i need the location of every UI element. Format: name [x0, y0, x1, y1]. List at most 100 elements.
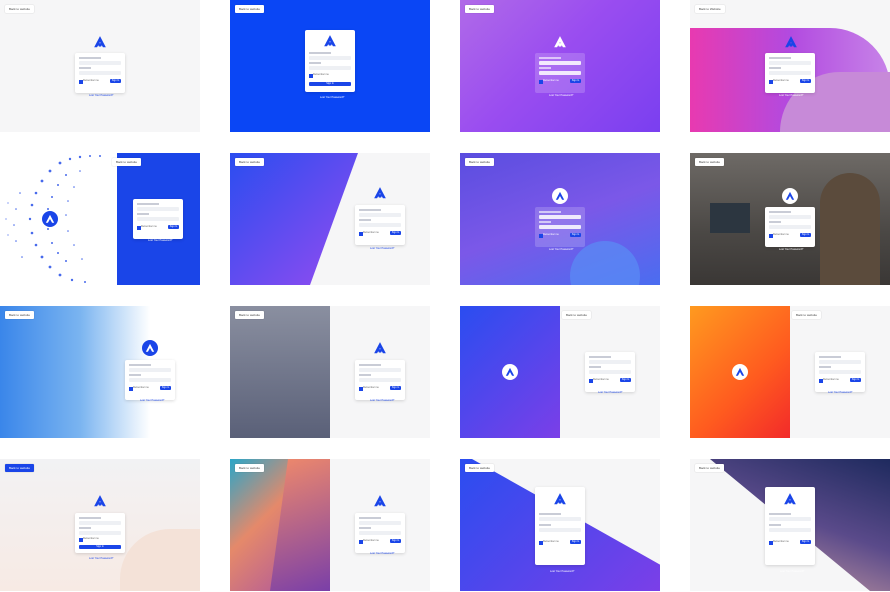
back-to-website-button[interactable]: Back to website: [695, 158, 725, 166]
signin-button[interactable]: Sign In: [160, 386, 171, 390]
username-input[interactable]: [79, 521, 121, 525]
password-input[interactable]: [769, 528, 811, 532]
back-to-website-button[interactable]: Back to website: [5, 311, 35, 319]
forgot-password-link[interactable]: Lost Your Password?: [549, 94, 573, 97]
login-preview-12[interactable]: Back to website Remember me Sign In Lost…: [690, 306, 890, 438]
signin-button[interactable]: Sign In: [800, 233, 811, 237]
forgot-password-link[interactable]: Lost Your Password?: [148, 239, 172, 242]
forgot-password-link[interactable]: Lost Your Password?: [598, 391, 622, 394]
login-preview-7[interactable]: Back to website Remember me Sign In Lost…: [460, 153, 660, 285]
forgot-password-link[interactable]: Lost Your Password?: [828, 391, 852, 394]
username-input[interactable]: [769, 61, 811, 65]
password-input[interactable]: [359, 223, 401, 227]
forgot-password-link[interactable]: Lost Your Password?: [320, 96, 344, 99]
password-input[interactable]: [137, 217, 179, 221]
signin-button[interactable]: Sign In: [800, 79, 811, 83]
signin-button[interactable]: Sign In: [570, 540, 581, 544]
forgot-password-link[interactable]: Lost Your Password?: [140, 399, 164, 402]
forgot-password-link[interactable]: Lost Your Password?: [89, 557, 113, 560]
signin-button[interactable]: Sign In: [390, 386, 401, 390]
password-input[interactable]: [359, 378, 401, 382]
username-input[interactable]: [129, 368, 171, 372]
username-input[interactable]: [309, 56, 351, 60]
back-to-website-button[interactable]: Back to website: [5, 5, 35, 13]
password-input[interactable]: [769, 225, 811, 229]
signin-button[interactable]: Sign In: [110, 79, 121, 83]
login-card: Remember me Sign In: [125, 360, 175, 400]
login-preview-16[interactable]: Back to website Remember me Sign In Lost…: [690, 459, 890, 591]
back-to-website-button[interactable]: Back to website: [112, 158, 142, 166]
login-preview-2[interactable]: Back to website Remember me Sign In Lost…: [230, 0, 430, 132]
login-preview-1[interactable]: Back to website Remember me Sign In Lost…: [0, 0, 200, 132]
signin-button[interactable]: Sign In: [570, 79, 581, 83]
username-input[interactable]: [359, 213, 401, 217]
forgot-password-link[interactable]: Lost Your Password?: [89, 94, 113, 97]
username-input[interactable]: [359, 521, 401, 525]
password-input[interactable]: [79, 531, 121, 535]
back-to-website-button[interactable]: Back to website: [695, 464, 725, 472]
login-preview-3[interactable]: Back to website Remember me Sign In Lost…: [460, 0, 660, 132]
username-input[interactable]: [539, 215, 581, 219]
password-input[interactable]: [589, 370, 631, 374]
forgot-password-link[interactable]: Lost Your Password?: [370, 399, 394, 402]
signin-button[interactable]: Sign In: [620, 378, 631, 382]
back-to-website-button[interactable]: Back to website: [792, 311, 822, 319]
back-to-website-button[interactable]: Back to website: [465, 5, 495, 13]
back-to-website-button[interactable]: Back to website: [465, 464, 495, 472]
back-to-website-button[interactable]: Back to website: [235, 5, 265, 13]
password-input[interactable]: [539, 71, 581, 75]
forgot-password-link[interactable]: Lost Your Password?: [370, 247, 394, 250]
login-preview-8[interactable]: Back to website Remember me Sign In Lost…: [690, 153, 890, 285]
back-to-website-button[interactable]: Back to website: [562, 311, 592, 319]
login-preview-6[interactable]: Back to website Remember me Sign In Lost…: [230, 153, 430, 285]
username-input[interactable]: [589, 360, 631, 364]
forgot-password-link[interactable]: Lost Your Password?: [779, 248, 803, 251]
username-input[interactable]: [539, 61, 581, 65]
signin-button[interactable]: Sign In: [390, 539, 401, 543]
forgot-password-link[interactable]: Lost Your Password?: [780, 570, 804, 573]
back-to-website-button[interactable]: Back to website: [235, 311, 265, 319]
login-preview-4[interactable]: Back to Website Remember me Sign In Lost…: [690, 0, 890, 132]
signin-button[interactable]: Sign In: [850, 378, 861, 382]
password-input[interactable]: [539, 225, 581, 229]
forgot-password-link[interactable]: Lost Your Password?: [370, 552, 394, 555]
person-photo: [820, 173, 880, 285]
login-preview-10[interactable]: Back to website Remember me Sign In Lost…: [230, 306, 430, 438]
login-preview-11[interactable]: Back to website Remember me Sign In Lost…: [460, 306, 660, 438]
username-input[interactable]: [769, 215, 811, 219]
back-to-website-button[interactable]: Back to website: [5, 464, 35, 472]
back-to-website-button[interactable]: Back to website: [465, 158, 495, 166]
signin-button[interactable]: Sign In: [309, 82, 351, 86]
login-preview-5[interactable]: Back to website Remember me Sign In Lost…: [0, 153, 200, 285]
password-input[interactable]: [819, 370, 861, 374]
login-preview-14[interactable]: Back to website Remember me Sign In Lost…: [230, 459, 430, 591]
signin-button[interactable]: Sign In: [168, 225, 179, 229]
forgot-password-link[interactable]: Lost Your Password?: [550, 570, 574, 573]
back-to-website-button[interactable]: Back to website: [235, 464, 265, 472]
password-input[interactable]: [129, 378, 171, 382]
username-input[interactable]: [819, 360, 861, 364]
password-input[interactable]: [359, 531, 401, 535]
forgot-password-link[interactable]: Lost Your Password?: [549, 248, 573, 251]
brand-logo-icon: [373, 494, 387, 508]
username-input[interactable]: [359, 368, 401, 372]
username-input[interactable]: [539, 517, 581, 521]
username-input[interactable]: [79, 61, 121, 65]
password-input[interactable]: [79, 71, 121, 75]
forgot-password-link[interactable]: Lost Your Password?: [779, 94, 803, 97]
signin-button[interactable]: Sign In: [570, 233, 581, 237]
signin-button[interactable]: Sign In: [800, 540, 811, 544]
username-input[interactable]: [769, 517, 811, 521]
login-card: Remember me Sign In: [535, 207, 585, 247]
login-preview-13[interactable]: Back to website Remember me Sign In Lost…: [0, 459, 200, 591]
login-preview-9[interactable]: Back to website Remember me Sign In Lost…: [0, 306, 200, 438]
password-input[interactable]: [309, 66, 351, 70]
signin-button[interactable]: Sign In: [79, 545, 121, 549]
login-preview-15[interactable]: Back to website Remember me Sign In Lost…: [460, 459, 660, 591]
username-input[interactable]: [137, 207, 179, 211]
back-to-website-button[interactable]: Back to Website: [695, 5, 725, 13]
back-to-website-button[interactable]: Back to website: [235, 158, 265, 166]
password-input[interactable]: [769, 71, 811, 75]
signin-button[interactable]: Sign In: [390, 231, 401, 235]
password-input[interactable]: [539, 528, 581, 532]
